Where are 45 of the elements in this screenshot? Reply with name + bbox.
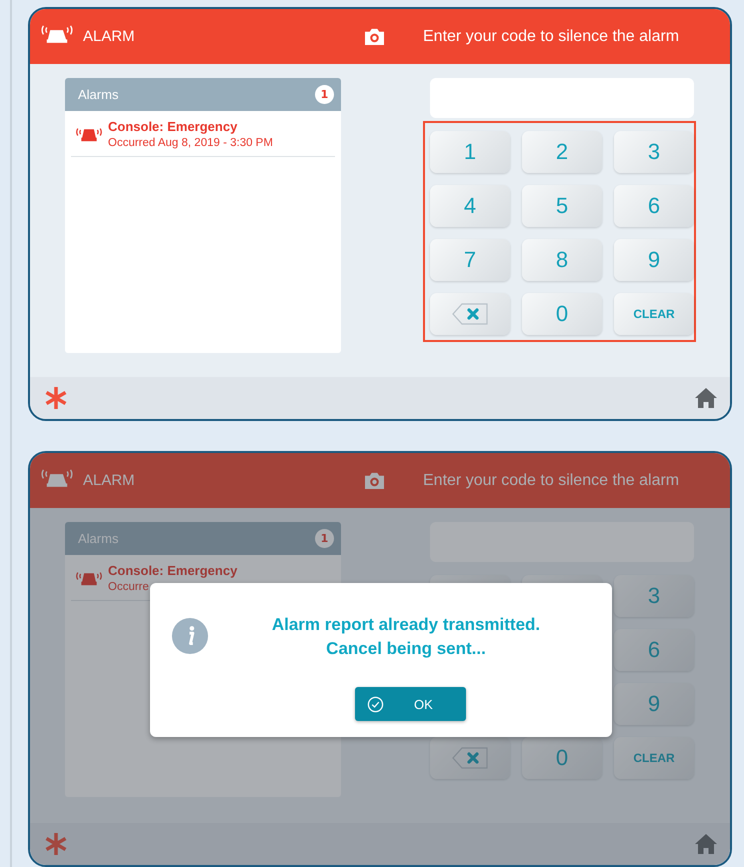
digit-key[interactable]: 3 (614, 131, 694, 173)
backspace-icon (452, 303, 488, 325)
digit-key[interactable]: 9 (614, 683, 694, 725)
home-icon[interactable] (694, 833, 718, 855)
asterisk-icon[interactable] (44, 832, 68, 856)
digit-key[interactable]: 0 (522, 737, 602, 779)
backspace-key[interactable] (430, 737, 510, 779)
digit-key[interactable]: 9 (614, 239, 694, 281)
asterisk-icon[interactable] (44, 386, 68, 410)
clear-key[interactable]: CLEAR (614, 293, 694, 335)
digit-key[interactable]: 8 (522, 239, 602, 281)
header-prompt: Enter your code to silence the alarm (423, 472, 680, 490)
digit-key[interactable]: 6 (614, 185, 694, 227)
digit-key[interactable]: 4 (430, 185, 510, 227)
info-icon (171, 617, 209, 655)
header-title: ALARM (83, 28, 136, 45)
digit-key[interactable]: 1 (430, 131, 510, 173)
count-badge: 1 (315, 529, 334, 548)
header-title: ALARM (83, 472, 136, 489)
alarm-time: Occurre (108, 581, 150, 593)
home-icon[interactable] (694, 387, 718, 409)
digit-key[interactable]: 6 (614, 629, 694, 671)
alarm-item[interactable]: Console: Emergency Occurred Aug 8, 2019 - 3:30 PM (71, 111, 335, 157)
alarms-title: Alarms (78, 87, 118, 102)
digit-key[interactable]: 7 (430, 239, 510, 281)
alarm-time: Occurred Aug 8, 2019 - 3:30 PM (108, 137, 273, 149)
camera-icon[interactable] (363, 471, 386, 490)
backspace-key[interactable] (430, 293, 510, 335)
digit-key[interactable]: 0 (522, 293, 602, 335)
siren-icon (40, 23, 74, 44)
digit-key[interactable]: 2 (522, 131, 602, 173)
dialog-message: Alarm report already transmitted. Cancel being sent... (270, 614, 542, 660)
alarms-title: Alarms (78, 531, 118, 546)
digit-key[interactable]: 5 (522, 185, 602, 227)
alarm-name: Console: Emergency (108, 119, 238, 134)
alarm-name: Console: Emergency (108, 563, 238, 578)
check-circle-icon (367, 696, 384, 712)
clear-key[interactable]: CLEAR (614, 737, 694, 779)
ok-button[interactable]: OK (355, 687, 466, 721)
backspace-icon (452, 747, 488, 769)
digit-key[interactable]: 3 (614, 575, 694, 617)
count-badge: 1 (315, 85, 334, 104)
header-prompt: Enter your code to silence the alarm (423, 28, 680, 46)
camera-icon[interactable] (363, 27, 386, 46)
siren-icon (40, 467, 74, 488)
